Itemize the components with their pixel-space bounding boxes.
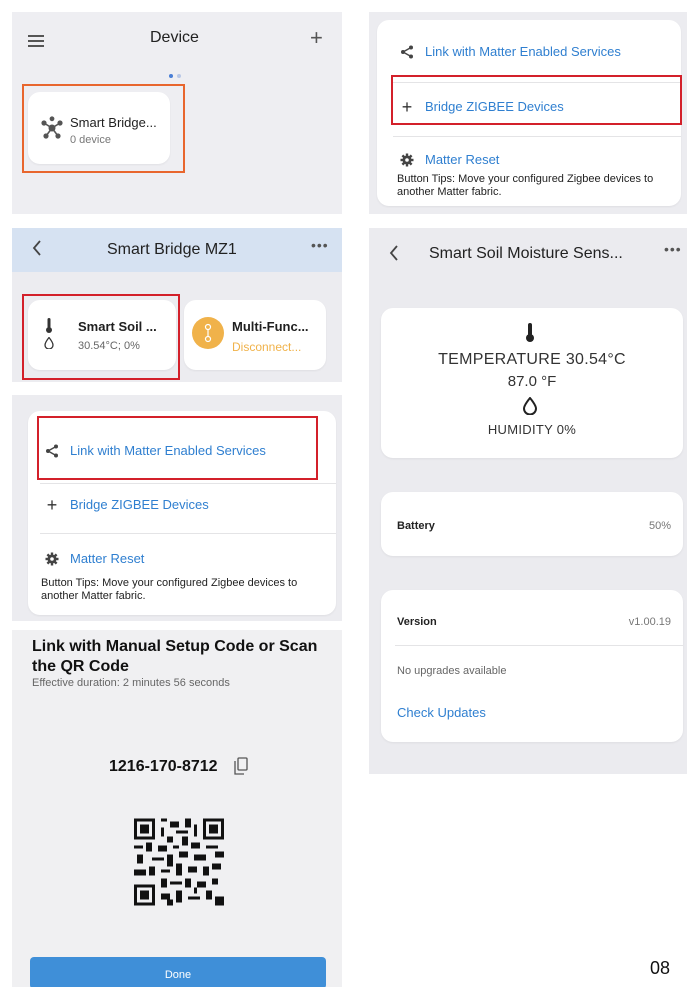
bridge-zigbee-row[interactable]: + Bridge ZIGBEE Devices [44, 494, 209, 515]
divider [395, 645, 683, 646]
back-icon[interactable] [389, 245, 399, 266]
device-status-icon [192, 317, 224, 349]
panel-setup-code: Link with Manual Setup Code or Scan the … [12, 630, 342, 987]
matter-reset-row[interactable]: Matter Reset [399, 152, 499, 167]
sensor-readings-card: TEMPERATURE 30.54°C 87.0 °F HUMIDITY 0% [381, 308, 683, 458]
setup-heading: Link with Manual Setup Code or Scan the … [32, 638, 318, 675]
highlight-box [22, 84, 185, 173]
more-icon[interactable]: ••• [311, 237, 329, 253]
link-matter-row[interactable]: Link with Matter Enabled Services [399, 44, 621, 59]
divider [393, 136, 681, 137]
qr-code [134, 818, 224, 911]
card-name: Multi-Func... [232, 319, 309, 334]
page-indicator [169, 74, 181, 78]
menu-icon[interactable] [28, 34, 44, 52]
matter-reset-row[interactable]: Matter Reset [44, 551, 144, 566]
battery-value: 50% [648, 520, 671, 532]
gear-icon [44, 552, 60, 566]
check-updates-link[interactable]: Check Updates [397, 705, 486, 720]
fahrenheit-reading: 87.0 °F [507, 373, 557, 390]
temperature-reading: TEMPERATURE 30.54°C [438, 351, 626, 368]
divider [40, 533, 336, 534]
effective-duration: Effective duration: 2 minutes 56 seconds [32, 677, 230, 689]
panel-sensor-detail: Smart Soil Moisture Sens... ••• TEMPERAT… [369, 228, 687, 774]
copy-icon[interactable] [234, 757, 248, 780]
status-text: Disconnect... [232, 340, 302, 354]
bridge-zigbee-label: Bridge ZIGBEE Devices [70, 497, 209, 512]
setup-code: 1216-170-8712 [109, 758, 218, 775]
battery-label: Battery [397, 520, 435, 532]
version-value: v1.00.19 [628, 616, 671, 628]
share-icon [399, 45, 415, 59]
highlight-box [37, 416, 318, 480]
divider [40, 483, 336, 484]
matter-reset-label: Matter Reset [70, 551, 145, 566]
no-upgrades-text: No upgrades available [397, 665, 507, 677]
version-card: Version v1.00.19 No upgrades available C… [381, 590, 683, 742]
gear-icon [399, 153, 415, 167]
add-icon[interactable]: + [310, 27, 323, 49]
page-title: Smart Soil Moisture Sens... [429, 245, 623, 262]
more-icon[interactable]: ••• [664, 241, 682, 257]
button-tips: Button Tips: Move your configured Zigbee… [41, 577, 298, 602]
page-title: Smart Bridge MZ1 [107, 241, 237, 258]
device-card-multi[interactable]: Multi-Func... Disconnect... [184, 300, 326, 370]
highlight-box [22, 294, 180, 380]
thermometer-icon [524, 323, 536, 348]
battery-card: Battery 50% [381, 492, 683, 556]
matter-reset-label: Matter Reset [425, 152, 500, 167]
version-label: Version [397, 616, 437, 628]
done-button[interactable]: Done [30, 957, 326, 987]
highlight-box [391, 75, 682, 125]
done-button-label: Done [164, 969, 192, 981]
droplet-icon [522, 396, 538, 420]
back-icon[interactable] [32, 240, 42, 261]
button-tips: Button Tips: Move your configured Zigbee… [397, 173, 654, 198]
page-title: Device [150, 29, 199, 46]
humidity-reading: HUMIDITY 0% [487, 422, 577, 437]
page-number: 08 [650, 958, 671, 978]
link-matter-label: Link with Matter Enabled Services [425, 44, 621, 59]
plus-icon: + [46, 494, 58, 515]
